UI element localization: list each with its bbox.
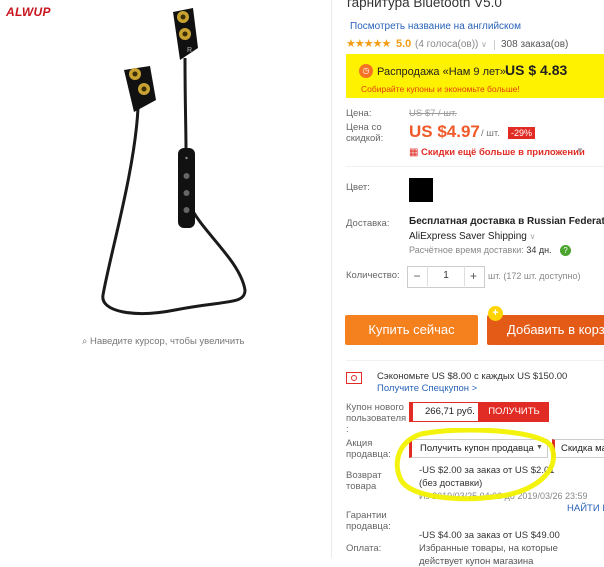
return-label: Возврат товара [346, 470, 382, 492]
separator [494, 40, 495, 50]
new-user-coupon-amount: 266,71 руб. [409, 402, 479, 422]
help-icon[interactable]: ? [560, 245, 571, 256]
special-coupon-text: Сэкономьте US $8.00 с каждых US $150.00 [377, 371, 568, 382]
payment-label: Оплата: [346, 543, 382, 554]
chevron-down-icon: ∨ [529, 232, 536, 241]
guarantee-label: Гарантии продавца: [346, 510, 391, 532]
qr-code-icon: ▦ [409, 147, 419, 158]
find-link[interactable]: НАЙТИ И [567, 503, 604, 514]
coupon-icon [346, 372, 362, 384]
color-label: Цвет: [346, 182, 370, 193]
old-price: US $7 / шт. [409, 108, 457, 119]
earphone-cable [101, 107, 247, 316]
quantity-label: Количество: [346, 270, 400, 281]
product-gallery[interactable]: R [0, 0, 330, 558]
right-earbud: R [173, 8, 198, 60]
sale-subtitle: Собирайте купоны и экономьте больше! [361, 84, 520, 94]
zoom-hint: ⌕ Наведите курсор, чтобы увеличить [82, 336, 245, 347]
app-discount-link[interactable]: Скидки ещё больше в приложении [421, 147, 585, 158]
coupon-dates: Из 2019/03/25 04:00 до 2019/03/26 23:59 [419, 491, 588, 501]
caret-down-icon[interactable]: ▼ [576, 146, 584, 155]
special-coupon-link[interactable]: Получите Спецкупон > [377, 383, 477, 394]
sale-price: US $ 4.83 [505, 62, 568, 78]
store-coupon-note: Избранные товары, на которые [419, 543, 558, 554]
coupon-condition: -US $2.00 за заказ от US $2.01 [419, 465, 555, 476]
rating-value: 5.0 [396, 38, 412, 50]
new-user-coupon-label: Купон нового пользователя : [346, 402, 407, 435]
delivery-estimate: Расчётное время доставки: 34 дн. [409, 245, 552, 255]
divider [346, 360, 604, 361]
chevron-down-icon: ∨ [481, 40, 488, 49]
svg-text:R: R [187, 47, 192, 54]
seller-coupon-dropdown[interactable]: Получить купон продавца [409, 439, 548, 458]
price-unit: / шт. [481, 128, 500, 139]
quantity-plus-button[interactable]: + [463, 266, 484, 286]
coupon-note: (без доставки) [419, 478, 483, 489]
discount-badge: -29% [508, 127, 536, 139]
product-image[interactable]: R [0, 0, 330, 340]
buy-now-button[interactable]: Купить сейчас [345, 315, 478, 345]
quantity-minus-button[interactable]: − [407, 266, 427, 286]
shipping-label: Доставка: [346, 218, 390, 229]
seller-promo-label: Акция продавца: [346, 438, 391, 460]
translate-link[interactable]: Посмотреть название на английском [350, 21, 521, 32]
caret-down-icon[interactable]: ▼ [536, 444, 543, 451]
column-divider [331, 0, 332, 558]
votes-link[interactable]: (4 голоса(ов)) ∨ [415, 39, 487, 50]
price-label: Цена: [346, 108, 372, 119]
magnifier-icon: ⌕ [82, 336, 90, 347]
shipping-info[interactable]: Бесплатная доставка в Russian Federation… [409, 216, 604, 227]
shipping-method[interactable]: AliExpress Saver Shipping ∨ [409, 231, 535, 242]
left-earbud [124, 66, 156, 112]
store-discount-dropdown[interactable]: Скидка магазина [552, 439, 604, 458]
current-price: US $4.97 [409, 122, 480, 141]
sale-name: Распродажа «Нам 9 лет» [377, 66, 506, 78]
add-to-cart-button[interactable]: Добавить в корзину [487, 315, 604, 345]
discount-price-label: Цена со скидкой: [346, 122, 384, 144]
brand-logo: ALWUP [6, 5, 51, 19]
get-coupon-button[interactable]: ПОЛУЧИТЬ [479, 402, 549, 422]
divider [346, 166, 604, 167]
clock-icon: ◷ [359, 64, 373, 78]
plus-icon: + [488, 306, 503, 321]
store-coupon-condition: -US $4.00 за заказ от US $49.00 [419, 530, 560, 541]
quantity-input[interactable]: 1 [427, 266, 465, 286]
orders-count: 308 заказа(ов) [501, 39, 569, 50]
quantity-available: шт. (172 шт. доступно) [488, 271, 581, 281]
inline-remote [178, 148, 195, 228]
product-title: гарнитура Bluetooth V5.0 [347, 0, 502, 10]
color-swatch-black[interactable] [409, 178, 433, 202]
rating-stars: ★★★★★ [346, 38, 391, 50]
